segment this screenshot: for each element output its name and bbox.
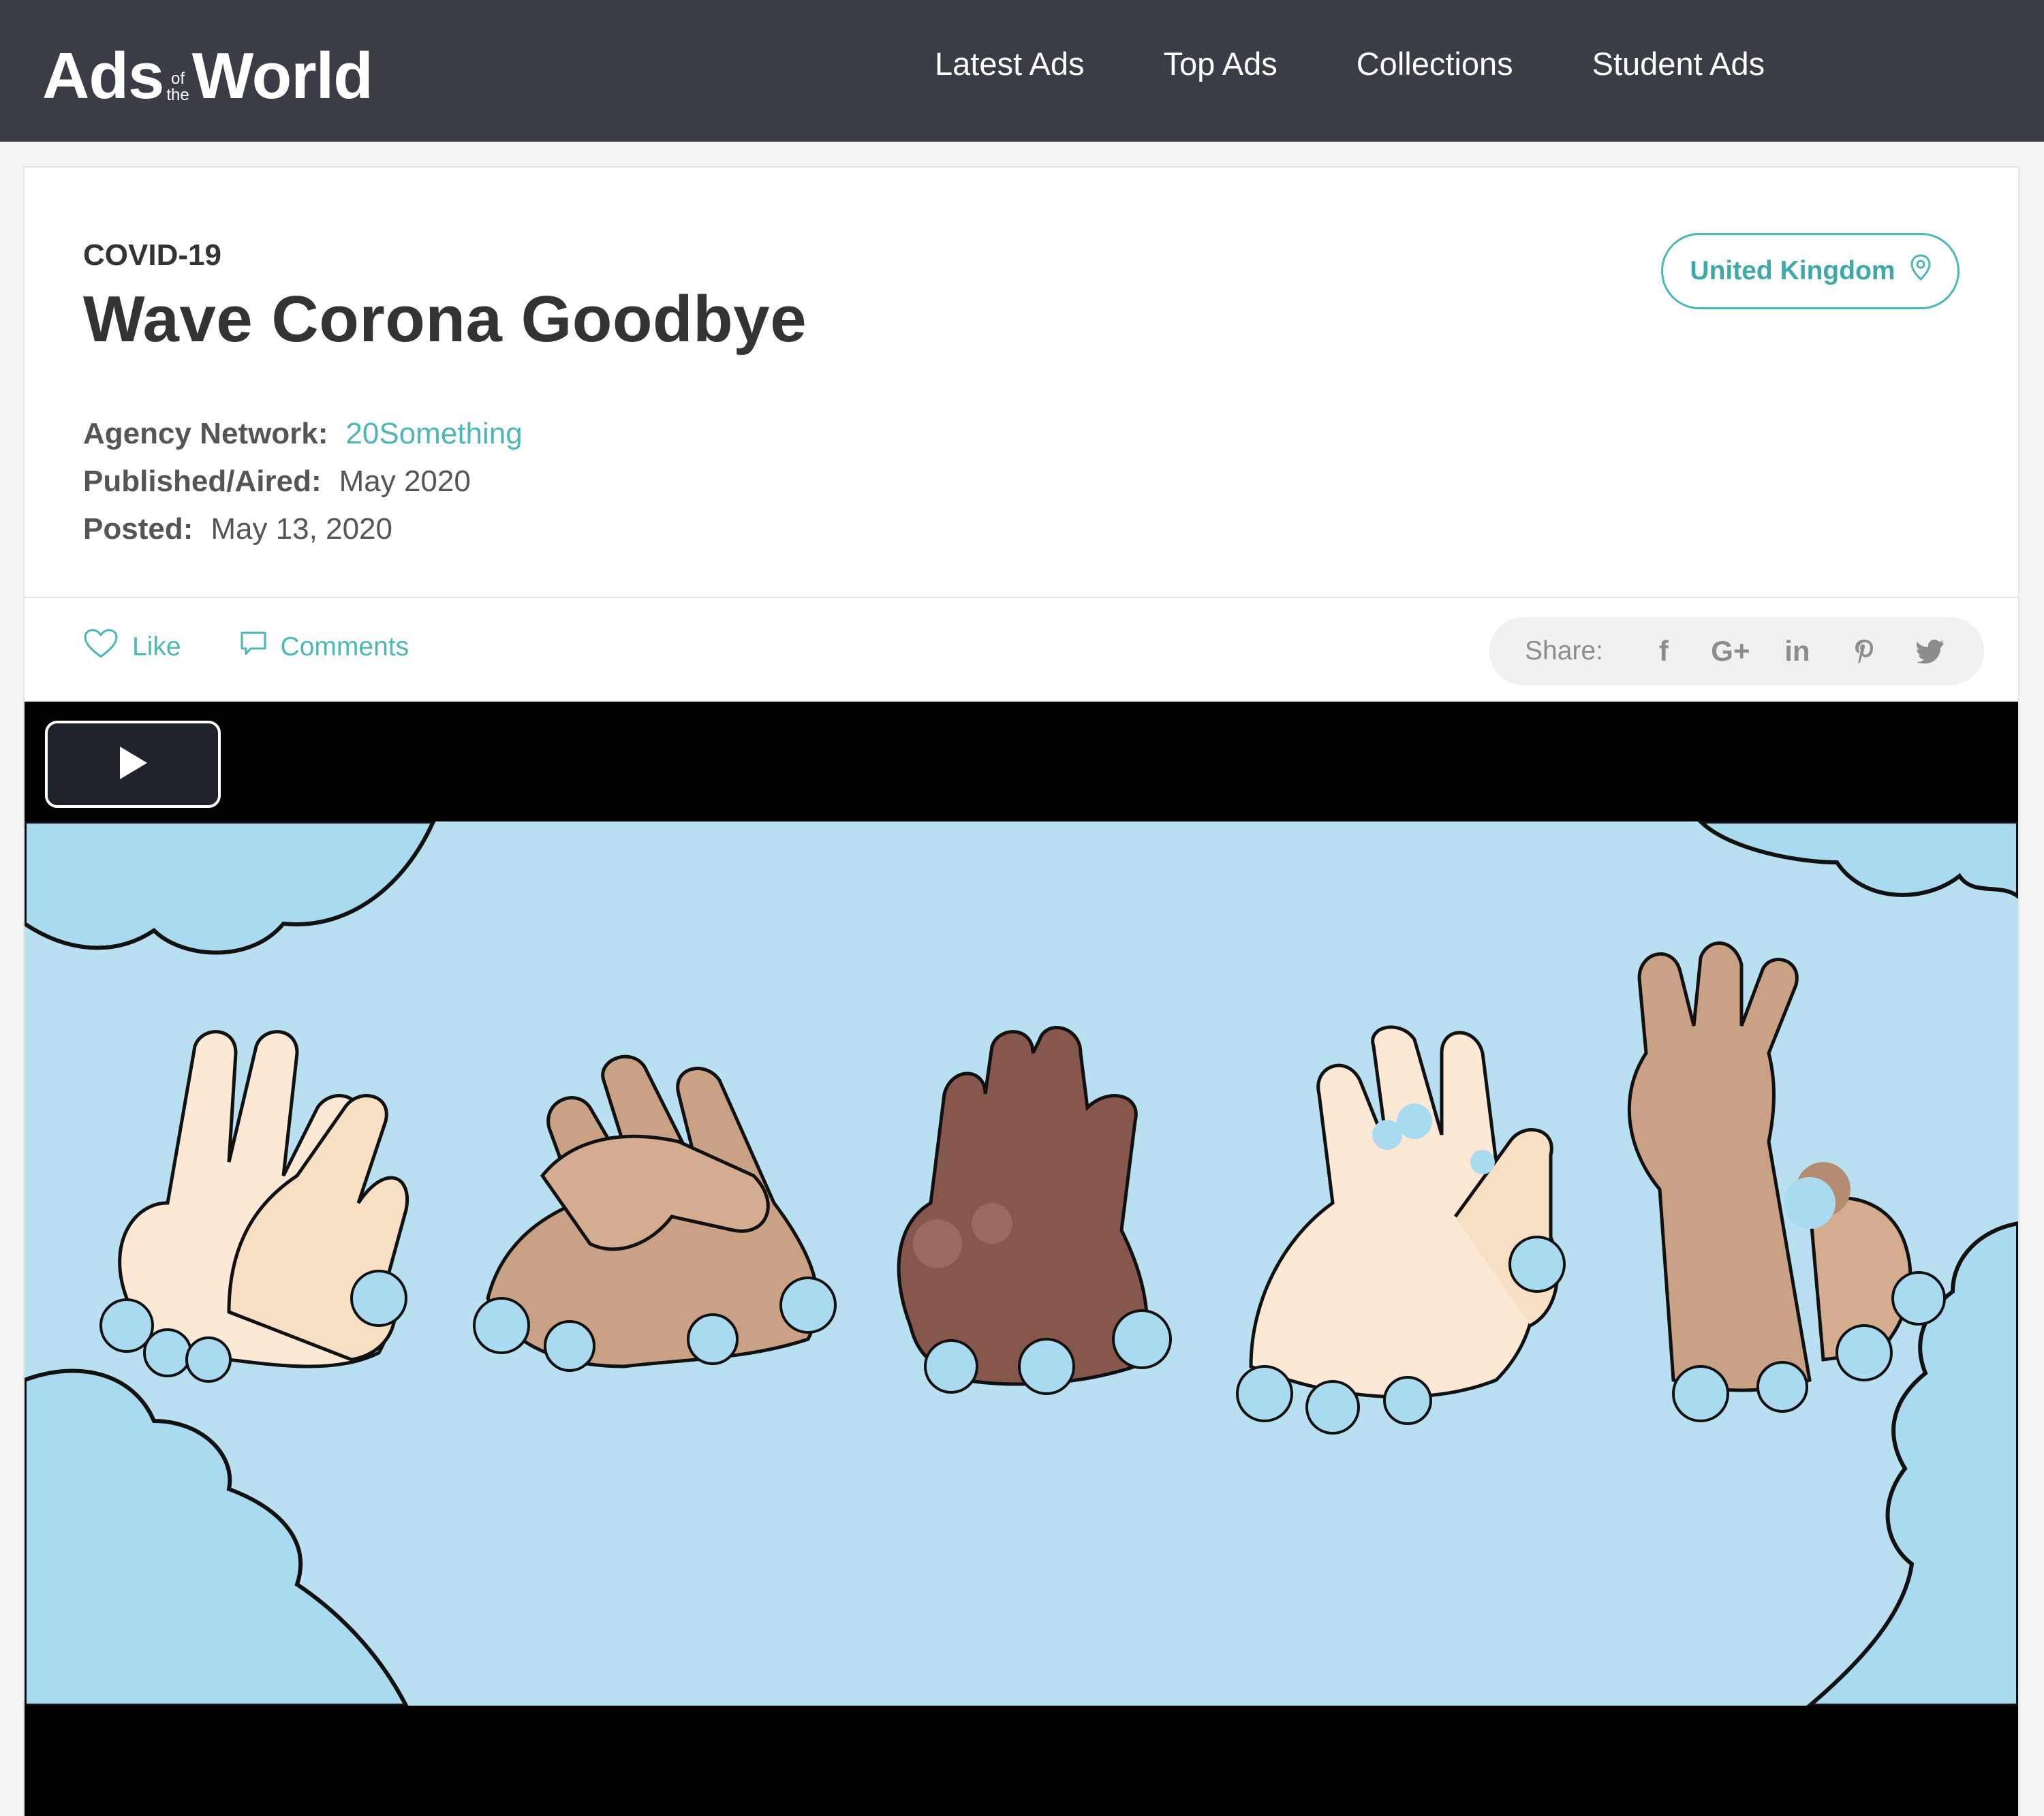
share-label: Share:	[1525, 636, 1603, 666]
linkedin-icon[interactable]: in	[1764, 631, 1831, 672]
ad-card: COVID-19 Wave Corona Goodbye United King…	[23, 166, 2019, 1816]
main-nav: Latest Ads Top Ads Collections Student A…	[935, 42, 1765, 86]
meta-value: May 13, 2020	[211, 512, 392, 546]
comments-label: Comments	[280, 632, 409, 661]
ad-meta: Agency Network: 20Something Published/Ai…	[83, 410, 523, 553]
location-pin-icon	[1910, 254, 1931, 288]
ad-actions: Like Comments	[83, 628, 409, 666]
agency-network-link[interactable]: 20Something	[345, 417, 522, 451]
logo-text-the: the	[166, 86, 189, 104]
nav-top-ads[interactable]: Top Ads	[1164, 42, 1278, 86]
video-thumbnail	[25, 821, 2018, 1706]
meta-agency-network: Agency Network: 20Something	[83, 410, 523, 458]
site-logo[interactable]: Ads of the World	[42, 27, 373, 109]
meta-label: Posted:	[83, 512, 193, 546]
logo-text-of: of	[171, 69, 185, 88]
country-label: United Kingdom	[1690, 256, 1895, 285]
handwashing-illustration	[25, 821, 2018, 1706]
twitter-icon[interactable]	[1898, 631, 1964, 672]
logo-text-world: World	[191, 40, 373, 112]
nav-collections[interactable]: Collections	[1357, 42, 1513, 86]
video-player[interactable]	[25, 702, 2018, 1816]
comment-icon	[240, 631, 267, 663]
top-navigation-bar: Ads of the World Latest Ads Top Ads Coll…	[0, 0, 2044, 142]
share-bar: Share: f G+ in	[1489, 617, 1984, 685]
country-badge[interactable]: United Kingdom	[1661, 233, 1960, 309]
logo-text-ads: Ads	[42, 40, 164, 112]
comments-button[interactable]: Comments	[240, 628, 409, 666]
meta-label: Published/Aired:	[83, 465, 322, 498]
play-button[interactable]	[45, 721, 221, 808]
meta-posted: Posted: May 13, 2020	[83, 505, 523, 553]
nav-student-ads[interactable]: Student Ads	[1592, 42, 1765, 86]
facebook-icon[interactable]: f	[1630, 631, 1697, 672]
google-plus-icon[interactable]: G+	[1697, 631, 1764, 672]
play-icon	[117, 745, 149, 784]
logo-of-the: of the	[166, 71, 189, 104]
meta-published: Published/Aired: May 2020	[83, 458, 523, 505]
heart-icon	[83, 628, 119, 666]
page-title: Wave Corona Goodbye	[83, 283, 807, 356]
meta-value: May 2020	[339, 465, 471, 498]
like-label: Like	[132, 632, 181, 661]
pinterest-icon[interactable]	[1831, 631, 1898, 672]
ad-category[interactable]: COVID-19	[83, 238, 221, 272]
divider	[25, 597, 2018, 598]
like-button[interactable]: Like	[83, 628, 181, 666]
meta-label: Agency Network:	[83, 417, 328, 450]
nav-latest-ads[interactable]: Latest Ads	[935, 42, 1085, 86]
